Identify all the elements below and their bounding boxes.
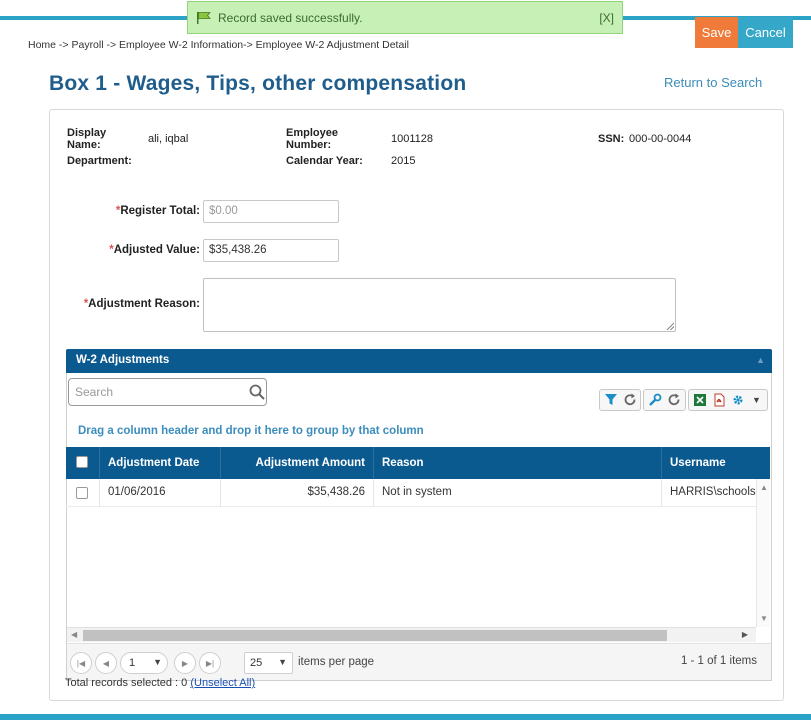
grid-panel-header: W-2 Adjustments ▲ <box>66 349 772 373</box>
chevron-down-icon[interactable]: ▼ <box>748 391 765 409</box>
resize-grip-icon[interactable] <box>667 323 674 330</box>
register-total-label-text: Register Total: <box>120 205 200 217</box>
flag-icon <box>197 11 211 24</box>
checkbox-icon[interactable] <box>76 456 88 468</box>
column-header-reason[interactable]: Reason <box>374 447 662 479</box>
calendar-year-label: Calendar Year: <box>286 155 363 167</box>
cell-adjustment-date: 01/06/2016 <box>100 479 221 507</box>
column-header-adjustment-date[interactable]: Adjustment Date <box>100 447 221 479</box>
page-number-value: 1 <box>129 657 136 669</box>
page-size-value: 25 <box>250 657 263 669</box>
cell-username: HARRIS\schools- <box>670 486 756 498</box>
calendar-year-value: 2015 <box>391 155 416 167</box>
settings-tool-group <box>643 389 686 411</box>
last-page-icon[interactable]: ▶| <box>199 652 221 674</box>
grid-column-header: Adjustment Date Adjustment Amount Reason… <box>66 447 770 479</box>
scroll-down-icon[interactable]: ▼ <box>760 614 768 623</box>
chevron-down-icon: ▼ <box>153 657 162 667</box>
grid-title: W-2 Adjustments <box>76 354 170 366</box>
breadcrumb: Home -> Payroll -> Employee W-2 Informat… <box>28 39 409 51</box>
ssn-label: SSN: <box>598 133 625 145</box>
unselect-all-link[interactable]: (Unselect All) <box>190 677 255 689</box>
export-tool-group: ▼ <box>688 389 768 411</box>
scroll-left-icon[interactable]: ◀ <box>71 630 77 639</box>
pdf-icon[interactable] <box>710 391 727 409</box>
adjusted-value-label: *Adjusted Value: <box>70 244 200 256</box>
selected-records-info: Total records selected : 0 (Unselect All… <box>65 677 255 689</box>
adjusted-value-field[interactable]: $35,438.26 <box>203 239 339 262</box>
gear-icon[interactable] <box>729 391 746 409</box>
notification-message: Record saved successfully. <box>218 10 363 25</box>
ssn-value: 000-00-0044 <box>629 133 692 145</box>
cell-adjustment-amount: $35,438.26 <box>221 479 374 507</box>
select-all-checkbox[interactable] <box>66 447 100 479</box>
excel-icon[interactable] <box>691 391 708 409</box>
previous-page-icon[interactable]: ◀ <box>95 652 117 674</box>
next-page-icon[interactable]: ▶ <box>174 652 196 674</box>
first-page-icon[interactable]: |◀ <box>70 652 92 674</box>
scroll-right-icon[interactable]: ▶ <box>742 630 748 639</box>
vertical-scrollbar[interactable]: ▲ ▼ <box>756 479 770 627</box>
row-checkbox[interactable] <box>66 479 100 507</box>
return-to-search-link[interactable]: Return to Search <box>664 75 762 90</box>
group-drop-zone[interactable]: Drag a column header and drop it here to… <box>78 425 424 437</box>
cancel-button[interactable]: Cancel <box>738 17 793 48</box>
wrench-icon[interactable] <box>646 391 664 409</box>
selected-records-text: Total records selected : 0 <box>65 677 188 689</box>
grid-pager: |◀ ◀ 1 ▼ ▶ ▶| 25 ▼ items per page 1 - 1 … <box>67 643 771 680</box>
scroll-up-icon[interactable]: ▲ <box>760 483 768 492</box>
display-name-value: ali, iqbal <box>148 133 189 145</box>
table-row[interactable]: 01/06/2016 $35,438.26 Not in system HARR… <box>66 479 756 507</box>
search-input[interactable]: Search <box>68 378 267 406</box>
filter-icon[interactable] <box>602 391 619 409</box>
refresh-filter-icon[interactable] <box>621 391 638 409</box>
page-size-select[interactable]: 25 ▼ <box>244 652 293 674</box>
employee-number-value: 1001128 <box>391 133 434 145</box>
cell-reason: Not in system <box>374 479 662 507</box>
bottom-accent-bar <box>0 714 811 720</box>
adjustment-reason-label-text: Adjustment Reason: <box>88 298 200 310</box>
adjusted-value-label-text: Adjusted Value: <box>113 244 200 256</box>
scroll-thumb[interactable] <box>83 630 667 641</box>
department-label: Department: <box>67 155 132 167</box>
reset-icon[interactable] <box>666 391 684 409</box>
register-total-label: *Register Total: <box>70 205 200 217</box>
notification-close-button[interactable]: [X] <box>599 11 614 25</box>
column-header-username[interactable]: Username <box>662 447 770 479</box>
collapse-icon[interactable]: ▲ <box>756 355 765 365</box>
display-name-label: Display Name: <box>67 127 107 151</box>
chevron-down-icon: ▼ <box>278 657 287 667</box>
items-per-page-label: items per page <box>298 656 375 668</box>
horizontal-scrollbar[interactable]: ◀ ▶ <box>67 627 756 642</box>
pager-range-info: 1 - 1 of 1 items <box>680 655 757 667</box>
checkbox-icon[interactable] <box>76 487 88 499</box>
filter-tool-group <box>599 389 641 411</box>
save-button[interactable]: Save <box>695 17 738 48</box>
adjustment-reason-label: *Adjustment Reason: <box>60 298 200 310</box>
page-title: Box 1 - Wages, Tips, other compensation <box>49 72 467 95</box>
adjustment-reason-textarea[interactable] <box>203 278 676 332</box>
page-number-select[interactable]: 1 ▼ <box>120 652 168 674</box>
success-notification: Record saved successfully. [X] <box>187 1 623 34</box>
employee-number-label: Employee Number: <box>286 127 338 151</box>
column-header-adjustment-amount[interactable]: Adjustment Amount <box>221 447 374 479</box>
search-icon[interactable] <box>249 384 265 400</box>
register-total-field[interactable]: $0.00 <box>203 200 339 223</box>
